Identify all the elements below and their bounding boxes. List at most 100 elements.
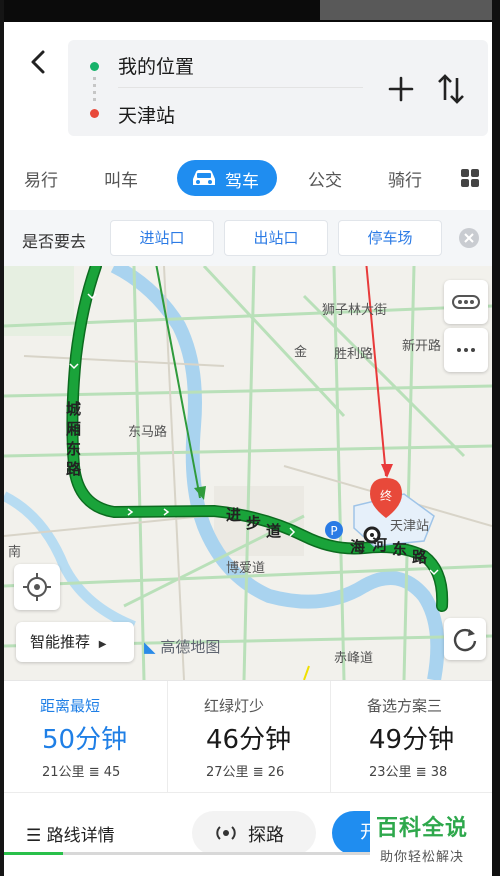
- tab-bus[interactable]: 公交: [308, 166, 342, 191]
- traffic-light-icon: ≣: [252, 765, 264, 780]
- route-option-meta: 21公里 ≣ 45: [42, 761, 120, 780]
- frame-right: [492, 0, 500, 876]
- road-label: 胜利路: [334, 346, 373, 362]
- watermark-title: 百科全说: [376, 816, 469, 841]
- road-label: 进: [226, 506, 241, 524]
- swap-button[interactable]: [436, 72, 466, 106]
- route-distance: 21公里: [42, 765, 85, 780]
- start-dot-icon: [90, 62, 99, 71]
- traffic-light-count: 38: [430, 765, 448, 780]
- traffic-light-count: 26: [267, 765, 285, 780]
- route-option-label: 距离最短: [40, 697, 101, 715]
- traffic-light-icon: ≣: [88, 765, 100, 780]
- smart-recommend-button[interactable]: 智能推荐 ▶: [16, 622, 134, 662]
- close-suggestions-button[interactable]: [459, 228, 479, 248]
- end-dot-icon: [90, 109, 99, 118]
- tab-bike[interactable]: 骑行: [388, 166, 422, 191]
- connector-dots: [93, 77, 96, 103]
- road-label: 东: [392, 540, 407, 558]
- destination-suggestions: 是否要去 进站口 出站口 停车场: [4, 210, 492, 266]
- amap-logo-text: 高德地图: [160, 638, 221, 656]
- traffic-toggle-button[interactable]: [444, 280, 488, 324]
- road-label: 赤峰道: [334, 651, 373, 666]
- road-label: 东马路: [128, 424, 167, 440]
- plus-icon: [388, 76, 414, 102]
- route-option-time: 46分钟: [206, 725, 292, 755]
- close-icon: [464, 233, 474, 243]
- smart-recommend-label: 智能推荐: [30, 633, 91, 651]
- tab-taxi[interactable]: 叫车: [104, 166, 138, 191]
- road-label: 路: [66, 460, 82, 478]
- route-distance: 23公里: [369, 765, 412, 780]
- more-modes-button[interactable]: [460, 168, 480, 188]
- route-option-shortest[interactable]: 距离最短 50分钟 21公里 ≣ 45: [4, 681, 166, 793]
- road-label: 道: [266, 522, 281, 540]
- tab-drive[interactable]: 驾车: [177, 160, 277, 196]
- road-label: 海: [350, 538, 365, 556]
- watermark: 百科全说 助你轻松解决: [370, 806, 492, 870]
- route-option-time: 49分钟: [369, 725, 455, 755]
- chip-parking[interactable]: 停车场: [338, 220, 442, 256]
- back-button[interactable]: [24, 47, 54, 77]
- route-options: 距离最短 50分钟 21公里 ≣ 45 红绿灯少 46分钟 27公里 ≣ 26 …: [4, 680, 492, 793]
- route-option-fewer-lights[interactable]: 红绿灯少 46分钟 27公里 ≣ 26: [167, 681, 329, 793]
- traffic-light-icon: ≣: [415, 765, 427, 780]
- road-label: 博爱道: [226, 561, 265, 576]
- end-marker-label: 终: [380, 488, 392, 503]
- chip-exit[interactable]: 出站口: [224, 220, 328, 256]
- amap-logo: ◣ 高德地图: [144, 636, 220, 657]
- field-divider: [118, 87, 363, 88]
- road-label: 东: [66, 440, 81, 458]
- more-dots-icon: [457, 348, 475, 352]
- watermark-subtitle: 助你轻松解决: [380, 850, 465, 865]
- locate-icon: [23, 573, 51, 601]
- more-map-options-button[interactable]: [444, 328, 488, 372]
- status-bar-shade: [320, 0, 500, 20]
- swap-arrows-icon: [438, 74, 464, 104]
- route-option-meta: 27公里 ≣ 26: [206, 761, 284, 780]
- refresh-icon: [453, 628, 477, 652]
- road-label: 厢: [66, 420, 81, 438]
- locate-me-button[interactable]: [14, 564, 60, 610]
- route-option-meta: 23公里 ≣ 38: [369, 761, 447, 780]
- list-icon: ☰: [26, 826, 42, 846]
- explore-road-button[interactable]: 探路: [192, 811, 316, 855]
- broadcast-icon: [216, 826, 236, 840]
- route-option-label: 红绿灯少: [204, 697, 265, 715]
- road-label: 南: [8, 544, 21, 560]
- tab-drive-label: 驾车: [225, 172, 259, 192]
- suggestion-label: 是否要去: [22, 232, 87, 251]
- tab-yixing[interactable]: 易行: [24, 166, 58, 191]
- amap-logo-icon: ◣: [144, 638, 156, 656]
- map-view[interactable]: P 终 城 厢 东 路 进 步 道 海 河 东 路 博爱道 天津站 狮子林大街 …: [4, 266, 492, 680]
- route-details-label: 路线详情: [46, 826, 115, 846]
- route-input-card: 我的位置 天津站: [68, 40, 488, 136]
- play-triangle-icon: ▶: [98, 639, 107, 650]
- grid-icon: [461, 169, 479, 187]
- destination-field[interactable]: 天津站: [118, 101, 175, 128]
- road-label: 新开路: [402, 338, 441, 354]
- road-label: 步: [246, 514, 261, 532]
- refresh-button[interactable]: [444, 618, 486, 660]
- route-details-button[interactable]: ☰ 路线详情: [26, 821, 115, 846]
- explore-road-label: 探路: [248, 825, 284, 846]
- route-option-alt-three[interactable]: 备选方案三 49分钟 23公里 ≣ 38: [330, 681, 492, 793]
- station-label: 天津站: [390, 519, 429, 534]
- route-option-time: 50分钟: [42, 725, 128, 755]
- route-distance: 27公里: [206, 765, 249, 780]
- add-waypoint-button[interactable]: [386, 74, 416, 104]
- road-label: 城: [66, 400, 81, 418]
- road-label: 金: [294, 344, 307, 360]
- chip-entrance[interactable]: 进站口: [110, 220, 214, 256]
- traffic-light-count: 45: [103, 765, 121, 780]
- route-option-label: 备选方案三: [367, 697, 443, 715]
- road-label: 狮子林大街: [322, 303, 387, 318]
- car-icon: [193, 170, 215, 185]
- video-progress-fill: [4, 852, 63, 855]
- road-label: 河: [372, 536, 387, 554]
- travel-mode-tabs: 易行 叫车 驾车 公交 骑行: [4, 152, 492, 204]
- start-location-field[interactable]: 我的位置: [118, 52, 194, 79]
- map-canvas: P 终 城 厢 东 路 进 步 道 海 河 东 路 博爱道 天津站 狮子林大街 …: [4, 266, 492, 680]
- back-arrow-icon: [31, 50, 45, 74]
- traffic-icon: [452, 295, 480, 309]
